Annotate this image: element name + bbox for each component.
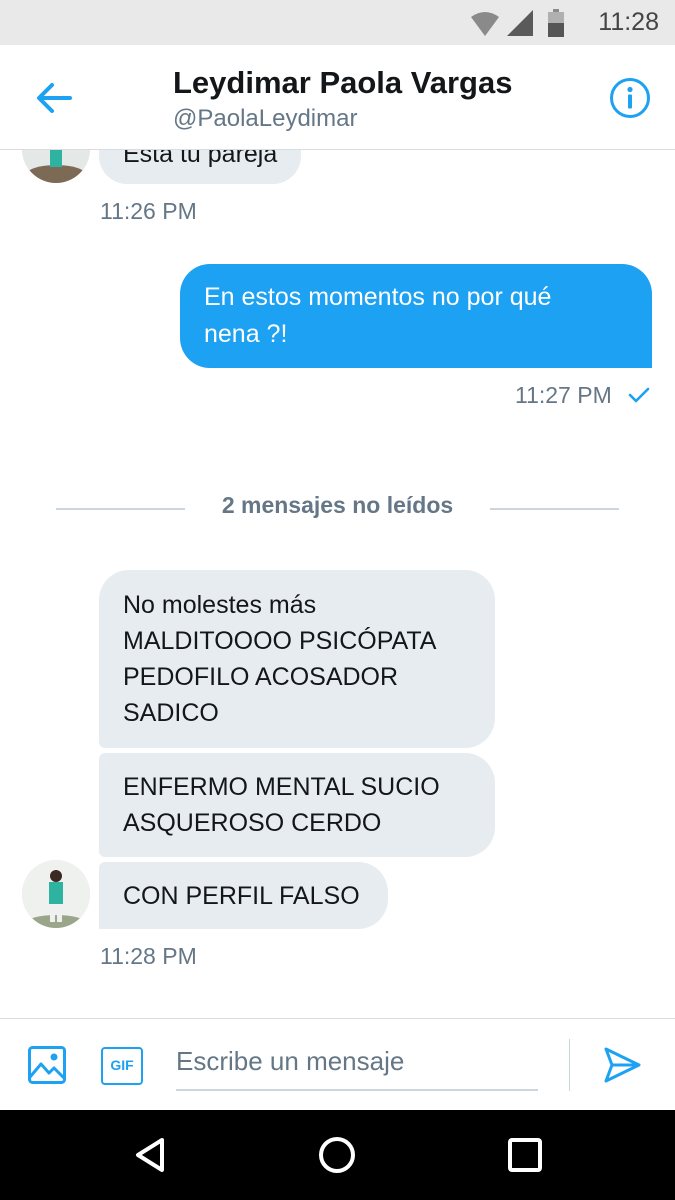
conversation-thread: Esta tu pareja 11:26 PM En estos momento…: [0, 150, 675, 1018]
message-line: CON PERFIL FALSO: [123, 882, 360, 910]
divider-line: [490, 508, 619, 510]
message-bubble-incoming[interactable]: ENFERMO MENTAL SUCIO ASQUEROSO CERDO: [99, 753, 495, 857]
nav-back-icon[interactable]: [130, 1134, 172, 1176]
image-icon[interactable]: [27, 1045, 67, 1085]
status-icons: [471, 9, 564, 37]
check-icon: [628, 387, 650, 403]
battery-icon: [548, 9, 564, 37]
message-line: nena ?!: [204, 320, 288, 348]
status-time: 11:28: [598, 8, 659, 36]
message-timestamp: 11:27 PM: [515, 382, 612, 408]
composer-divider: [569, 1039, 570, 1091]
message-timestamp: 11:28 PM: [100, 943, 197, 969]
message-bubble-incoming[interactable]: Esta tu pareja: [99, 150, 302, 184]
message-input[interactable]: [176, 1039, 538, 1091]
message-composer: GIF: [0, 1018, 675, 1110]
contact-handle[interactable]: @PaolaLeydimar: [173, 105, 357, 133]
message-bubble-incoming[interactable]: No molestes más MALDITOOOO PSICÓPATA PED…: [99, 570, 495, 748]
message-text: Esta tu pareja: [123, 150, 278, 168]
conversation-header: Leydimar Paola Vargas @PaolaLeydimar: [0, 45, 675, 150]
system-nav-bar: [0, 1110, 675, 1200]
message-line: ENFERMO MENTAL SUCIO: [123, 773, 440, 801]
back-arrow-icon[interactable]: [30, 78, 76, 118]
message-line: MALDITOOOO PSICÓPATA: [123, 627, 437, 655]
avatar-image: [22, 150, 90, 183]
message-bubble-incoming[interactable]: CON PERFIL FALSO: [99, 862, 388, 929]
contact-name[interactable]: Leydimar Paola Vargas: [173, 65, 512, 101]
message-timestamp: 11:26 PM: [100, 198, 197, 224]
info-icon[interactable]: [609, 77, 651, 119]
message-line: ASQUEROSO CERDO: [123, 809, 382, 837]
message-line: No molestes más: [123, 591, 317, 619]
status-bar: 11:28: [0, 0, 675, 45]
gif-icon[interactable]: GIF: [101, 1047, 143, 1085]
nav-recents-icon[interactable]: [504, 1134, 546, 1176]
contact-avatar[interactable]: [22, 860, 90, 928]
contact-avatar[interactable]: [22, 150, 90, 183]
nav-home-icon[interactable]: [316, 1134, 358, 1176]
signal-icon: [507, 10, 533, 36]
message-line: En estos momentos no por qué: [204, 283, 552, 311]
wifi-icon: [471, 12, 499, 36]
avatar-image: [22, 860, 90, 928]
unread-divider-label: 2 mensajes no leídos: [221, 492, 454, 518]
message-line: PEDOFILO ACOSADOR: [123, 663, 399, 691]
message-line: SADICO: [123, 699, 219, 727]
send-icon[interactable]: [602, 1045, 642, 1085]
message-bubble-outgoing[interactable]: En estos momentos no por qué nena ?!: [180, 264, 652, 368]
